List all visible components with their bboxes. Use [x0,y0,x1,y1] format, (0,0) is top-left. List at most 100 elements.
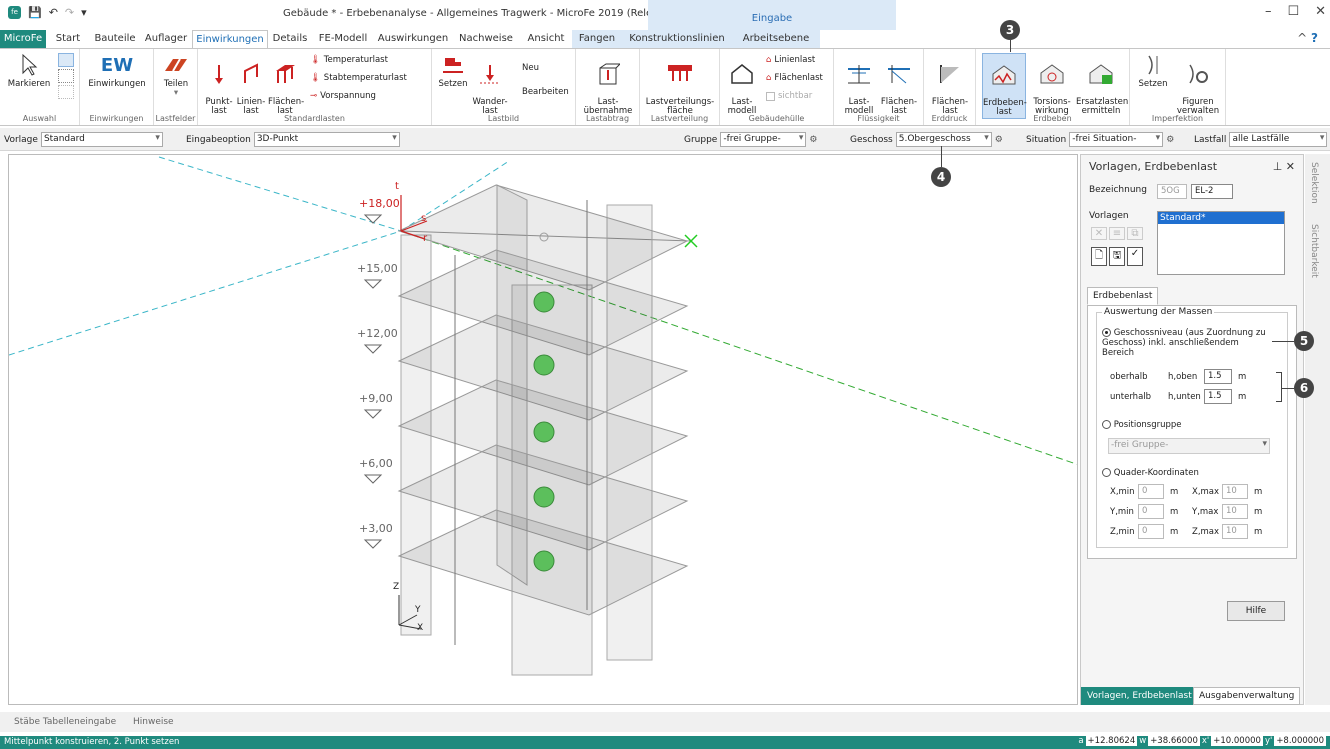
close-icon[interactable]: ✕ [1315,4,1326,19]
bezeichnung-input[interactable]: EL-2 [1191,184,1233,199]
radio-quader[interactable] [1102,468,1111,477]
vorlage-select[interactable]: Standard [40,132,163,147]
radio-geschossniveau[interactable] [1102,328,1111,337]
eingabeoption-select[interactable]: 3D-Punkt [253,132,400,147]
ymin-input[interactable]: 0 [1138,504,1164,519]
fluessigkeit-flaechenlast-button[interactable]: Flächen- last [880,53,918,116]
side-tab-sichtbarkeit[interactable]: Sichtbarkeit [1309,224,1319,278]
side-tab-selektion[interactable]: Selektion [1309,162,1319,204]
tab-fe-modell[interactable]: FE-Modell [312,30,374,48]
temperaturlast-button[interactable]: 🌡 Temperaturlast [310,55,388,65]
checkbox-icon [766,91,775,101]
tab-ausgabenverwaltung[interactable]: Ausgabenverwaltung [1193,687,1301,705]
save-icon[interactable]: 🖫 [1109,247,1125,266]
gruppe-gear-icon[interactable]: ⚙ [809,135,817,145]
copy-icon[interactable]: ⧉ [1127,227,1143,240]
lastbild-setzen-button[interactable]: Setzen [436,53,470,89]
tab-arbeitsebene[interactable]: Arbeitsebene [732,30,820,48]
apply-icon[interactable]: ✓ [1127,247,1143,266]
fluessigkeit-lastmodell-button[interactable]: Last- modell [840,53,878,116]
hilfe-button[interactable]: Hilfe [1227,601,1285,621]
minimize-icon[interactable]: – [1265,4,1272,19]
level-marker-icon [363,214,383,224]
tab-konstruktionslinien[interactable]: Konstruktionslinien [622,30,732,48]
xmax-input[interactable]: 10 [1222,484,1248,499]
gebaeude-lastmodell-button[interactable]: Last- modell [724,53,760,116]
tab-bauteile[interactable]: Bauteile [90,30,140,48]
option-quader[interactable]: Quader-Koordinaten [1102,468,1199,478]
lastbild-neu-button[interactable]: Neu [522,63,539,73]
redo-icon[interactable]: ↷ [65,6,74,19]
punktlast-button[interactable]: Punkt- last [204,53,234,116]
erdbebenlast-button[interactable]: Erdbeben- last [982,53,1027,119]
tab-fangen[interactable]: Fangen [572,30,622,48]
markieren-button[interactable]: Markieren [3,53,55,89]
stabtemperaturlast-button[interactable]: 🌡 Stabtemperaturlast [310,73,407,83]
pin-icon[interactable]: ⊥ [1273,160,1283,173]
wanderlast-button[interactable]: Wander- last [472,53,508,116]
lastfall-select[interactable]: alle Lastfälle [1229,132,1328,147]
maximize-icon[interactable]: ☐ [1287,4,1299,19]
lastbild-bearbeiten-button[interactable]: Bearbeiten [522,87,569,97]
h-oben-input[interactable]: 1.5 [1204,369,1232,384]
gruppe-select[interactable]: -frei Gruppe- [720,132,807,147]
option-geschossniveau[interactable]: Geschossniveau (aus Zuordnung zu Geschos… [1102,328,1272,358]
ymax-input[interactable]: 10 [1222,504,1248,519]
figuren-verwalten-button[interactable]: Figuren verwalten [1174,53,1222,116]
lastuebernahme-button[interactable]: Last- übernahme [582,53,634,116]
zmax-input[interactable]: 10 [1222,524,1248,539]
collapse-ribbon-icon[interactable]: ^ [1297,31,1307,45]
tab-nachweise[interactable]: Nachweise [452,30,520,48]
tab-einwirkungen[interactable]: Einwirkungen [192,30,268,48]
select-box-icon[interactable] [58,85,74,99]
erddruck-flaechenlast-button[interactable]: Flächen- last [930,53,970,116]
tab-start[interactable]: Start [46,30,90,48]
select-area-icon[interactable] [58,69,74,83]
tab-auflager[interactable]: Auflager [140,30,192,48]
undo-icon[interactable]: ↶ [49,6,58,19]
gebaeude-linienlast-button[interactable]: ⌂ Linienlast [766,55,815,65]
radio-positionsgruppe[interactable] [1102,420,1111,429]
torsionswirkung-button[interactable]: Torsions- wirkung [1030,53,1074,116]
xmin-input[interactable]: 0 [1138,484,1164,499]
new-icon[interactable]: 🗋 [1091,247,1107,266]
vorlagen-list-item[interactable]: Standard* [1158,212,1284,224]
tab-ansicht[interactable]: Ansicht [520,30,572,48]
callout-4-leader [941,146,942,167]
tab-details[interactable]: Details [268,30,312,48]
select-arrow-icon[interactable] [58,53,74,67]
geschoss-gear-icon[interactable]: ⚙ [995,135,1003,145]
situation-select[interactable]: -frei Situation- [1069,132,1164,147]
lastverteilungsflaeche-button[interactable]: Lastverteilungs- fläche [644,53,716,116]
imperfektion-setzen-button[interactable]: Setzen [1136,53,1170,89]
positionsgruppe-select[interactable]: -frei Gruppe- [1108,438,1270,454]
situation-gear-icon[interactable]: ⚙ [1166,135,1174,145]
tab-microfe[interactable]: MicroFe [0,30,46,48]
customize-icon[interactable]: ▾ [81,6,87,19]
flaechenlast-button[interactable]: Flächen- last [268,53,304,116]
panel-close-icon[interactable]: ✕ [1286,160,1295,173]
select-mode-icons[interactable] [58,53,74,103]
geschoss-select[interactable]: 5.Obergeschoss [895,132,992,147]
vorlagen-list[interactable]: Standard* [1157,211,1285,275]
ersatzlasten-button[interactable]: Ersatzlasten ermitteln [1076,53,1128,116]
zmin-input[interactable]: 0 [1138,524,1164,539]
help-icon[interactable]: ? [1311,31,1318,45]
save-icon[interactable]: 💾 [28,6,42,19]
einwirkungen-button[interactable]: EW Einwirkungen [84,53,150,89]
model-viewport[interactable]: t s r +18,00 +15,00 +12,00 +9,00 +6,00 +… [8,154,1078,705]
tab-hinweise[interactable]: Hinweise [133,717,174,727]
tab-auswirkungen[interactable]: Auswirkungen [374,30,452,48]
h-unten-input[interactable]: 1.5 [1204,389,1232,404]
gebaeude-flaechenlast-button[interactable]: ⌂ Flächenlast [766,73,823,83]
vorspannung-button[interactable]: ⊸ Vorspannung [310,91,376,101]
delete-icon[interactable]: ✕ [1091,227,1107,240]
rename-icon[interactable]: ≡ [1109,227,1125,240]
tab-erdbebenlast[interactable]: Erdbebenlast [1087,287,1159,305]
option-positionsgruppe[interactable]: Positionsgruppe [1102,420,1182,430]
sichtbar-checkbox[interactable]: sichtbar [766,91,812,101]
teilen-button[interactable]: Teilen ▾ [158,53,194,98]
linienlast-button[interactable]: Linien- last [236,53,266,116]
tab-vorlagen-erdbebenlast[interactable]: Vorlagen, Erdbebenlast [1081,687,1198,705]
tab-staebe-tabelleneingabe[interactable]: Stäbe Tabelleneingabe [14,717,116,727]
